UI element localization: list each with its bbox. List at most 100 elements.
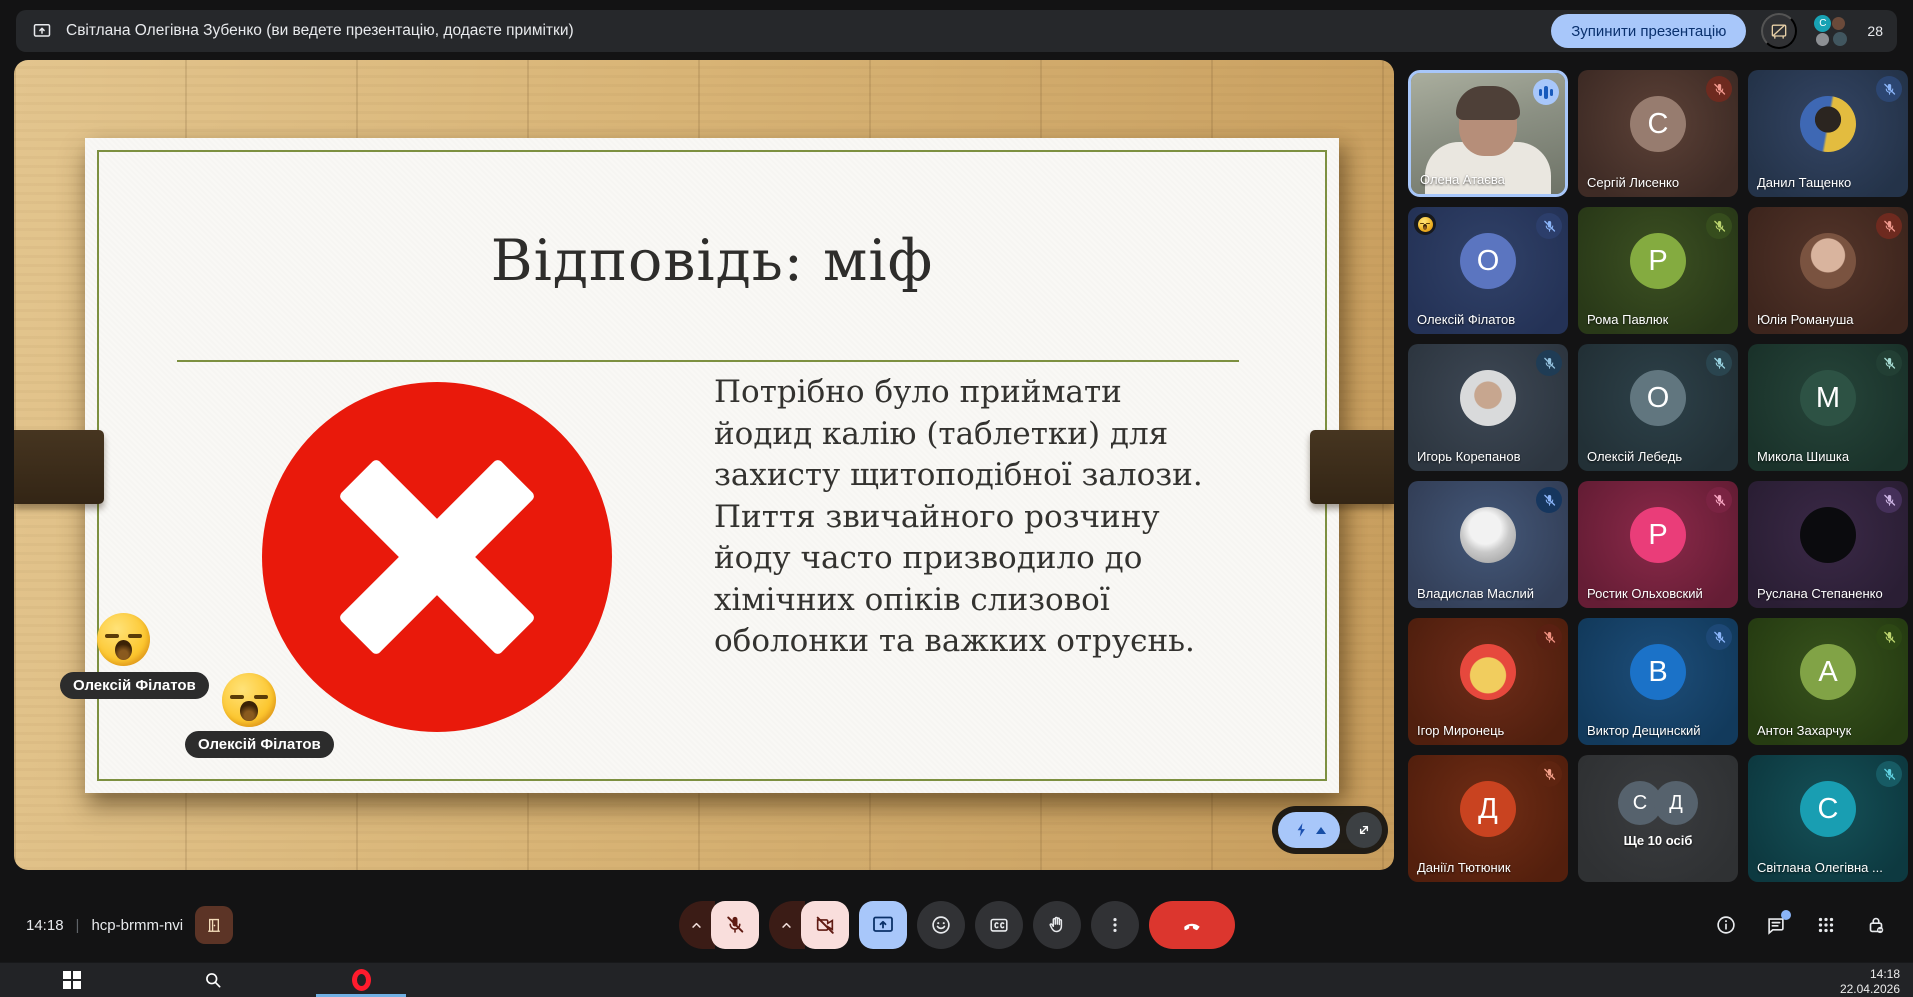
more-options-button[interactable] — [1091, 901, 1139, 949]
participant-name: Даніїл Тютюник — [1417, 860, 1511, 875]
participant-name: Сергій Лисенко — [1587, 175, 1679, 190]
avatar: М — [1800, 370, 1856, 426]
participant-tile[interactable]: О Олексій Лебедь — [1578, 344, 1738, 471]
captions-button[interactable] — [975, 901, 1023, 949]
host-controls-lock-icon — [1865, 914, 1887, 936]
present-screen-icon — [871, 913, 895, 937]
mic-off-icon — [1876, 350, 1902, 376]
camera-options-chevron[interactable] — [769, 901, 805, 949]
raise-hand-button[interactable] — [1033, 901, 1081, 949]
participant-name: Руслана Степаненко — [1757, 586, 1883, 601]
avatar: Р — [1630, 507, 1686, 563]
participants-cluster[interactable]: C — [1812, 13, 1856, 49]
avatar-letter: Р — [1648, 245, 1667, 278]
yawning-emoji — [222, 673, 276, 727]
taskbar-clock[interactable]: 14:18 22.04.2026 — [1834, 966, 1906, 997]
avatar: С — [1630, 96, 1686, 152]
participant-name: Ще 10 осіб — [1578, 833, 1738, 848]
mini-avatar — [1833, 32, 1847, 46]
participant-tile[interactable]: Владислав Маслий — [1408, 481, 1568, 608]
reactions-button[interactable] — [917, 901, 965, 949]
camera-off-button[interactable] — [801, 901, 849, 949]
mic-off-icon — [1876, 624, 1902, 650]
camera-off-icon — [814, 914, 836, 936]
participant-name: Данил Тащенко — [1757, 175, 1851, 190]
mic-off-button[interactable] — [711, 901, 759, 949]
participant-tile[interactable]: Руслана Степаненко — [1748, 481, 1908, 608]
participants-grid: Олена Атаєва С Сергій Лисенко Данил Таще… — [1408, 70, 1908, 882]
mic-off-icon — [1706, 76, 1732, 102]
end-call-button[interactable] — [1149, 901, 1235, 949]
shared-presentation-area: Відповідь: міф Потрібно було приймати йо… — [14, 60, 1394, 870]
participant-name: Ігор Миронець — [1417, 723, 1504, 738]
avatar-letter: В — [1648, 656, 1667, 689]
presentation-overlay-controls — [1272, 806, 1388, 854]
chat-notification-dot — [1781, 910, 1791, 920]
activities-grid-icon — [1815, 914, 1837, 936]
whiteboard-disabled-icon[interactable] — [1761, 13, 1797, 49]
meeting-code: hcp-brmm-nvi — [91, 917, 183, 934]
mic-off-icon — [1706, 487, 1732, 513]
taskbar-search-button[interactable] — [190, 963, 236, 997]
participant-name: Олена Атаєва — [1420, 172, 1505, 187]
avatar-letter: С — [1818, 793, 1839, 826]
slide-title: Відповідь: міф — [85, 228, 1339, 294]
participant-tile[interactable]: А Антон Захарчук — [1748, 618, 1908, 745]
activities-button[interactable] — [1815, 914, 1837, 936]
participant-tile[interactable]: Д Даніїл Тютюник — [1408, 755, 1568, 882]
taskbar-date: 22.04.2026 — [1840, 982, 1900, 997]
host-controls-button[interactable] — [1865, 914, 1887, 936]
avatar-letter: Р — [1648, 519, 1667, 552]
meeting-info-button[interactable] — [1715, 914, 1737, 936]
chat-button[interactable] — [1765, 914, 1787, 936]
participant-tile[interactable]: Данил Тащенко — [1748, 70, 1908, 197]
camera-control-group — [769, 901, 849, 949]
mic-off-icon — [1706, 213, 1732, 239]
separator: | — [76, 917, 80, 934]
meet-window: Світлана Олегівна Зубенко (ви ведете пре… — [0, 0, 1913, 997]
participant-tile[interactable]: Р Ростик Ольховский — [1578, 481, 1738, 608]
avatar: Р — [1630, 233, 1686, 289]
reaction-name-badge: Олексій Філатов — [60, 672, 209, 699]
participant-tile[interactable]: Юлія Романуша — [1748, 207, 1908, 334]
slide-divider — [177, 360, 1239, 362]
participant-name: Виктор Дещинский — [1587, 723, 1701, 738]
windows-taskbar: 14:18 22.04.2026 — [0, 962, 1913, 997]
presenting-banner: Світлана Олегівна Зубенко (ви ведете пре… — [16, 10, 1897, 52]
meet-control-bar: 14:18 | hcp-brmm-nvi — [0, 888, 1913, 962]
meeting-room-door-icon[interactable] — [195, 906, 233, 944]
participant-tile[interactable]: Игорь Корепанов — [1408, 344, 1568, 471]
mic-off-icon — [1536, 350, 1562, 376]
yawning-emoji — [97, 613, 150, 666]
reactions-smiley-icon — [930, 914, 952, 936]
expand-fullscreen-icon — [1355, 821, 1373, 839]
overflow-avatars: С Д — [1578, 781, 1738, 825]
opera-browser-button[interactable] — [338, 963, 384, 997]
mic-off-icon — [724, 914, 746, 936]
fullscreen-button[interactable] — [1346, 812, 1382, 848]
participant-tile[interactable]: Ігор Миронець — [1408, 618, 1568, 745]
quick-actions-button[interactable] — [1278, 812, 1340, 848]
participant-tile[interactable]: С Світлана Олегівна ... — [1748, 755, 1908, 882]
windows-start-button[interactable] — [49, 963, 95, 997]
mic-options-chevron[interactable] — [679, 901, 715, 949]
mini-avatar: C — [1814, 15, 1831, 32]
windows-start-icon — [63, 971, 81, 989]
participant-tile[interactable]: Олена Атаєва — [1408, 70, 1568, 197]
search-icon — [203, 970, 223, 990]
avatar: В — [1630, 644, 1686, 700]
participant-tile[interactable]: С Сергій Лисенко — [1578, 70, 1738, 197]
participant-tile[interactable]: В Виктор Дещинский — [1578, 618, 1738, 745]
participant-tile[interactable]: Р Рома Павлюк — [1578, 207, 1738, 334]
caret-up-icon — [1316, 827, 1326, 834]
stop-presentation-button[interactable]: Зупинити презентацію — [1551, 14, 1746, 48]
participant-tile[interactable]: С Д Ще 10 осіб — [1578, 755, 1738, 882]
avatar-letter: А — [1818, 656, 1837, 689]
participant-name: Рома Павлюк — [1587, 312, 1668, 327]
participant-name: Юлія Романуша — [1757, 312, 1854, 327]
reaction-name-badge: Олексій Філатов — [185, 731, 334, 758]
participant-tile[interactable]: О Олексій Філатов — [1408, 207, 1568, 334]
present-screen-button[interactable] — [859, 901, 907, 949]
taskbar-time: 14:18 — [1840, 967, 1900, 982]
participant-tile[interactable]: М Микола Шишка — [1748, 344, 1908, 471]
